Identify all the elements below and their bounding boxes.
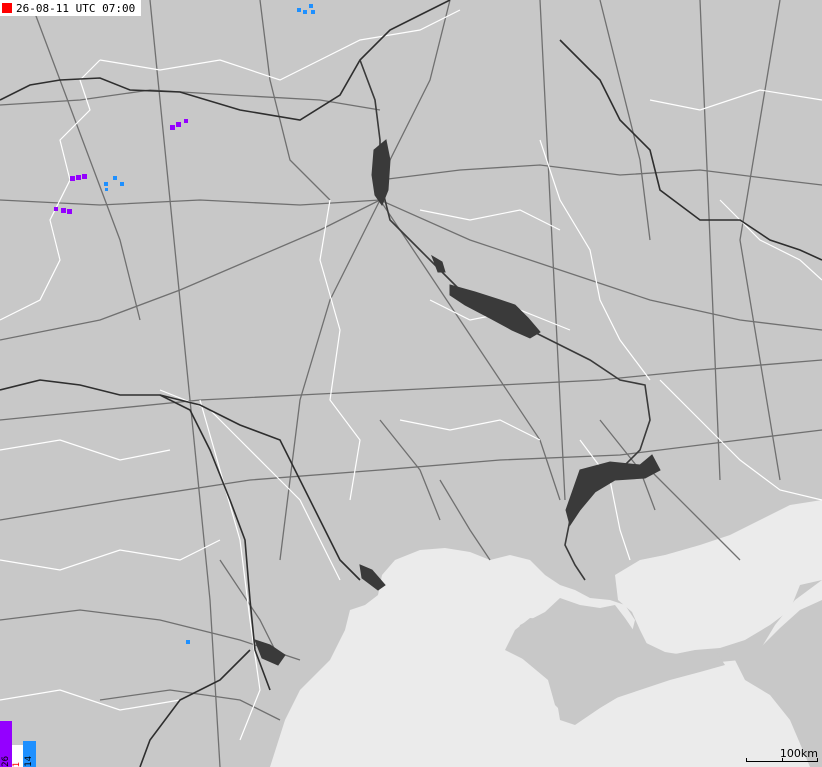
- scale-tick: [817, 758, 818, 762]
- strike-marker: [82, 174, 87, 179]
- strike-marker: [54, 207, 58, 211]
- scale-tick: [746, 758, 747, 762]
- strike-marker: [297, 8, 301, 12]
- strike-marker: [303, 10, 307, 14]
- strike-marker: [170, 125, 175, 130]
- strike-marker: [311, 10, 315, 14]
- legend-count-recent: 14: [24, 756, 34, 767]
- strike-marker: [176, 122, 181, 127]
- legend-bar-old: 26: [0, 721, 12, 767]
- current-strike-square-icon: [2, 3, 12, 13]
- strike-marker: [70, 176, 75, 181]
- strike-marker: [120, 182, 124, 186]
- scale-bar: 100km: [746, 747, 818, 765]
- timestamp-text: 26-08-11 UTC 07:00: [16, 1, 136, 15]
- strike-marker: [76, 175, 81, 180]
- strike-marker: [309, 4, 313, 8]
- lightning-map: [0, 0, 822, 767]
- strike-marker: [104, 182, 108, 186]
- strike-marker: [186, 640, 190, 644]
- scale-tick: [782, 758, 783, 762]
- timestamp-label: 26-08-11 UTC 07:00: [0, 0, 142, 16]
- strike-marker: [113, 176, 117, 180]
- strike-marker: [61, 208, 66, 213]
- legend-bar-current: 1: [12, 745, 23, 767]
- legend-count-old: 26: [0, 756, 11, 767]
- legend-count-current: 1: [12, 761, 22, 767]
- legend-bar-recent: 14: [23, 741, 36, 767]
- strike-marker: [67, 209, 72, 214]
- strike-marker: [184, 119, 188, 123]
- strike-count-legend: 26 1 14: [0, 717, 40, 767]
- scale-label: 100km: [779, 747, 818, 760]
- strike-marker: [105, 188, 108, 191]
